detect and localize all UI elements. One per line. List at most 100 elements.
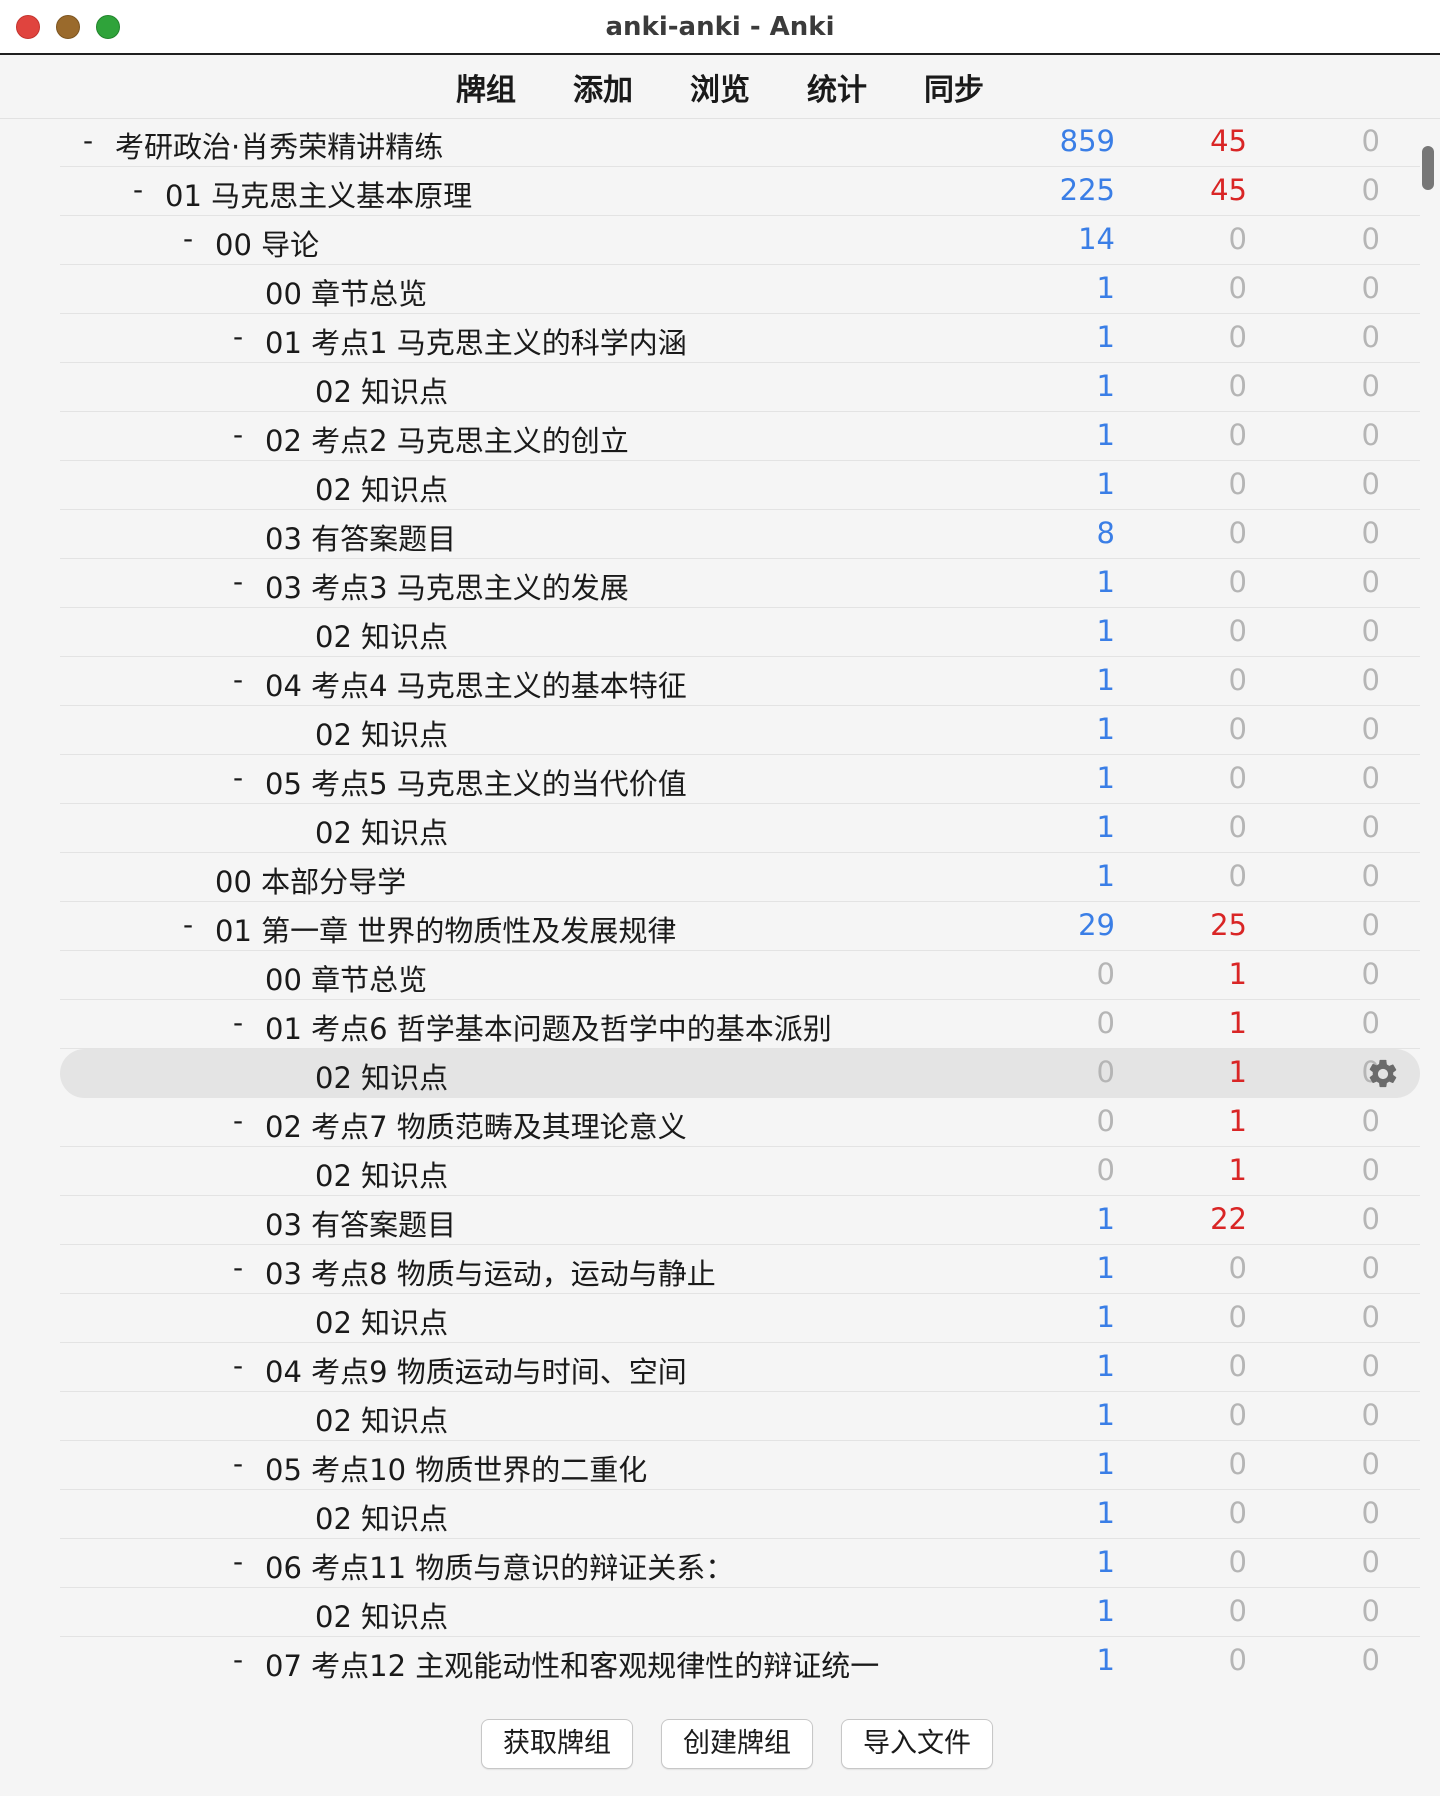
deck-name[interactable]: 05 考点5 马克思主义的当代价值 <box>265 761 687 803</box>
deck-row[interactable]: -01 第一章 世界的物质性及发展规律 29 25 0 <box>60 902 1420 951</box>
deck-name[interactable]: 02 知识点 <box>315 1153 448 1195</box>
learn-count: 0 <box>1228 467 1247 501</box>
collapse-toggle[interactable]: - <box>228 663 248 696</box>
collapse-toggle[interactable]: - <box>228 1545 248 1578</box>
deck-name[interactable]: 03 考点3 马克思主义的发展 <box>265 565 629 607</box>
deck-name[interactable]: 01 第一章 世界的物质性及发展规律 <box>215 908 676 950</box>
deck-name[interactable]: 考研政治·肖秀荣精讲精练 <box>115 124 443 166</box>
deck-name[interactable]: 03 有答案题目 <box>265 1202 456 1244</box>
deck-row[interactable]: 02 知识点 1 0 0 <box>60 1588 1420 1637</box>
deck-row[interactable]: -01 考点6 哲学基本问题及哲学中的基本派别 0 1 0 <box>60 1000 1420 1049</box>
deck-row[interactable]: -06 考点11 物质与意识的辩证关系： 1 0 0 <box>60 1539 1420 1588</box>
deck-row[interactable]: 02 知识点 1 0 0 <box>60 363 1420 412</box>
deck-row[interactable]: -03 考点3 马克思主义的发展 1 0 0 <box>60 559 1420 608</box>
deck-name[interactable]: 02 知识点 <box>315 1594 448 1636</box>
nav-browse[interactable]: 浏览 <box>662 65 779 109</box>
nav-add[interactable]: 添加 <box>545 65 662 109</box>
deck-name[interactable]: 04 考点9 物质运动与时间、空间 <box>265 1349 687 1391</box>
learn-count: 0 <box>1228 663 1247 697</box>
collapse-toggle[interactable]: - <box>228 1349 248 1382</box>
deck-row[interactable]: -05 考点5 马克思主义的当代价值 1 0 0 <box>60 755 1420 804</box>
deck-row[interactable]: 02 知识点 1 0 0 <box>60 461 1420 510</box>
due-count: 0 <box>1361 663 1380 697</box>
deck-list-scrollbar[interactable] <box>1422 146 1434 190</box>
deck-row[interactable]: - 考研政治·肖秀荣精讲精练 859 45 0 <box>60 118 1420 167</box>
deck-row[interactable]: 00 章节总览 0 1 0 <box>60 951 1420 1000</box>
create-deck-button[interactable]: 创建牌组 <box>661 1719 813 1769</box>
collapse-toggle[interactable]: - <box>228 1251 248 1284</box>
deck-name[interactable]: 02 考点7 物质范畴及其理论意义 <box>265 1104 687 1146</box>
deck-name[interactable]: 01 考点6 哲学基本问题及哲学中的基本派别 <box>265 1006 832 1048</box>
learn-count: 45 <box>1210 124 1247 158</box>
collapse-toggle[interactable]: - <box>228 565 248 598</box>
due-count: 0 <box>1361 467 1380 501</box>
collapse-toggle[interactable]: - <box>228 418 248 451</box>
nav-decks[interactable]: 牌组 <box>428 65 545 109</box>
deck-name[interactable]: 02 知识点 <box>315 810 448 852</box>
deck-list: - 考研政治·肖秀荣精讲精练 859 45 0-01 马克思主义基本原理 225 45 0-0… <box>0 118 1440 1683</box>
learn-count: 0 <box>1228 1251 1247 1285</box>
deck-row[interactable]: 00 章节总览 1 0 0 <box>60 265 1420 314</box>
deck-name[interactable]: 00 本部分导学 <box>215 859 406 901</box>
deck-name[interactable]: 02 知识点 <box>315 1398 448 1440</box>
deck-row[interactable]: 02 知识点 1 0 0 <box>60 1490 1420 1539</box>
learn-count: 0 <box>1228 1594 1247 1628</box>
nav-sync[interactable]: 同步 <box>896 65 1013 109</box>
deck-name[interactable]: 07 考点12 主观能动性和客观规律性的辩证统一 <box>265 1643 879 1683</box>
deck-row[interactable]: -01 马克思主义基本原理 225 45 0 <box>60 167 1420 216</box>
deck-name[interactable]: 02 知识点 <box>315 1055 448 1097</box>
deck-row[interactable]: -00 导论 14 0 0 <box>60 216 1420 265</box>
deck-name[interactable]: 03 有答案题目 <box>265 516 456 558</box>
deck-name[interactable]: 02 知识点 <box>315 712 448 754</box>
deck-row[interactable]: 03 有答案题目 1 22 0 <box>60 1196 1420 1245</box>
collapse-toggle[interactable]: - <box>228 1006 248 1039</box>
deck-name[interactable]: 00 导论 <box>215 222 319 264</box>
collapse-toggle[interactable]: - <box>228 761 248 794</box>
deck-name[interactable]: 06 考点11 物质与意识的辩证关系： <box>265 1545 734 1587</box>
deck-row[interactable]: 02 知识点 1 0 0 <box>60 608 1420 657</box>
deck-row[interactable]: -03 考点8 物质与运动，运动与静止 1 0 0 <box>60 1245 1420 1294</box>
learn-count: 0 <box>1228 859 1247 893</box>
get-shared-decks-button[interactable]: 获取牌组 <box>481 1719 633 1769</box>
deck-row[interactable]: 02 知识点 1 0 0 <box>60 1392 1420 1441</box>
collapse-toggle[interactable]: - <box>78 124 98 157</box>
deck-row-current[interactable]: 02 知识点 0 1 0 <box>60 1049 1420 1098</box>
deck-row[interactable]: 00 本部分导学 1 0 0 <box>60 853 1420 902</box>
deck-name[interactable]: 02 知识点 <box>315 369 448 411</box>
deck-name[interactable]: 03 考点8 物质与运动，运动与静止 <box>265 1251 716 1293</box>
deck-name[interactable]: 05 考点10 物质世界的二重化 <box>265 1447 647 1489</box>
deck-row[interactable]: 02 知识点 0 1 0 <box>60 1147 1420 1196</box>
deck-name[interactable]: 02 知识点 <box>315 1300 448 1342</box>
learn-count: 0 <box>1228 614 1247 648</box>
deck-name[interactable]: 04 考点4 马克思主义的基本特征 <box>265 663 687 705</box>
collapse-toggle[interactable]: - <box>178 222 198 255</box>
deck-name[interactable]: 00 章节总览 <box>265 957 427 999</box>
deck-name[interactable]: 01 马克思主义基本原理 <box>165 173 472 215</box>
deck-row[interactable]: -04 考点9 物质运动与时间、空间 1 0 0 <box>60 1343 1420 1392</box>
nav-stats[interactable]: 统计 <box>779 65 896 109</box>
deck-name[interactable]: 01 考点1 马克思主义的科学内涵 <box>265 320 687 362</box>
deck-row[interactable]: -02 考点7 物质范畴及其理论意义 0 1 0 <box>60 1098 1420 1147</box>
deck-row[interactable]: -04 考点4 马克思主义的基本特征 1 0 0 <box>60 657 1420 706</box>
deck-name[interactable]: 02 知识点 <box>315 1496 448 1538</box>
gear-icon[interactable] <box>1366 1057 1400 1091</box>
import-file-button[interactable]: 导入文件 <box>841 1719 993 1769</box>
deck-row[interactable]: 02 知识点 1 0 0 <box>60 1294 1420 1343</box>
deck-row[interactable]: -05 考点10 物质世界的二重化 1 0 0 <box>60 1441 1420 1490</box>
collapse-toggle[interactable]: - <box>128 173 148 206</box>
deck-row[interactable]: 02 知识点 1 0 0 <box>60 804 1420 853</box>
deck-name[interactable]: 02 知识点 <box>315 614 448 656</box>
deck-name[interactable]: 02 知识点 <box>315 467 448 509</box>
deck-row[interactable]: 03 有答案题目 8 0 0 <box>60 510 1420 559</box>
collapse-toggle[interactable]: - <box>228 1104 248 1137</box>
deck-name[interactable]: 00 章节总览 <box>265 271 427 313</box>
collapse-toggle[interactable]: - <box>228 1643 248 1676</box>
deck-row[interactable]: -07 考点12 主观能动性和客观规律性的辩证统一 1 0 0 <box>60 1637 1420 1683</box>
collapse-toggle[interactable]: - <box>228 1447 248 1480</box>
deck-row[interactable]: -01 考点1 马克思主义的科学内涵 1 0 0 <box>60 314 1420 363</box>
deck-name[interactable]: 02 考点2 马克思主义的创立 <box>265 418 629 460</box>
collapse-toggle[interactable]: - <box>178 908 198 941</box>
deck-row[interactable]: 02 知识点 1 0 0 <box>60 706 1420 755</box>
collapse-toggle[interactable]: - <box>228 320 248 353</box>
deck-row[interactable]: -02 考点2 马克思主义的创立 1 0 0 <box>60 412 1420 461</box>
